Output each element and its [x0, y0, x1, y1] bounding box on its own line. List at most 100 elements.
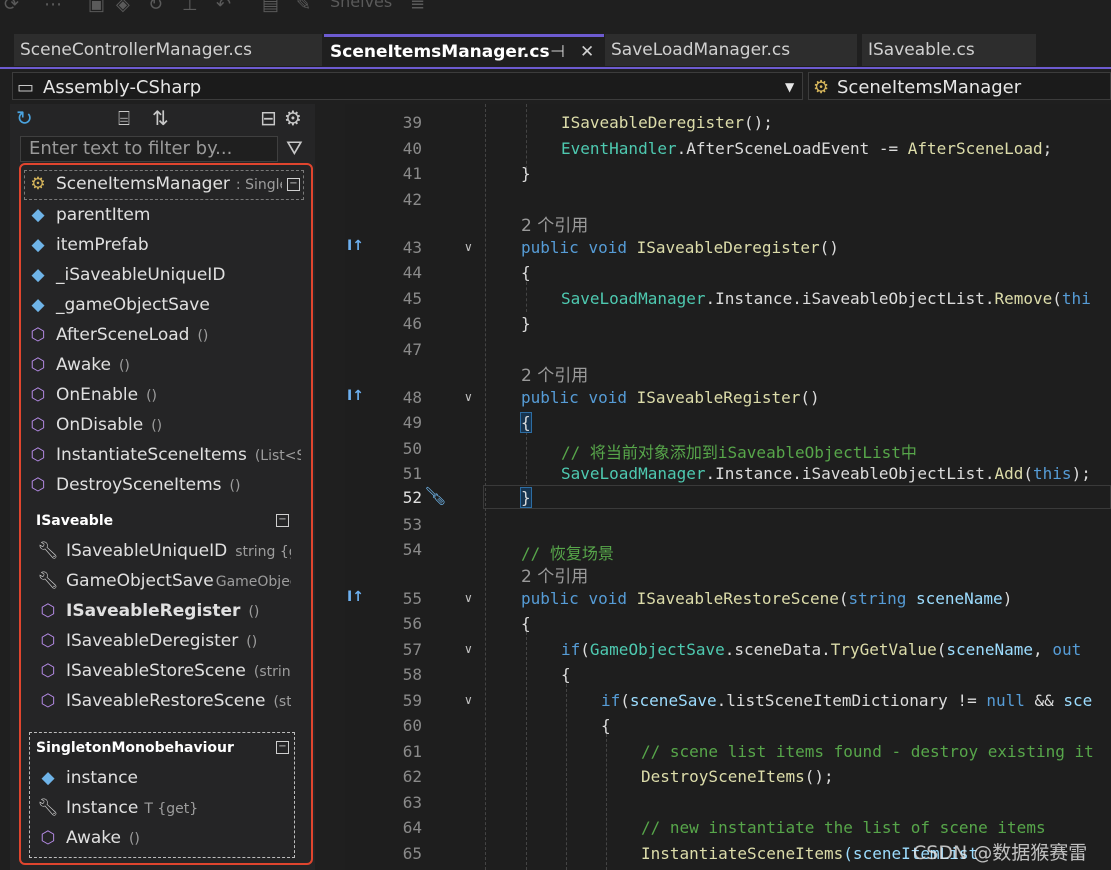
indent-guide	[526, 432, 527, 484]
line-number: 54	[402, 540, 422, 559]
debug-icon[interactable]: ⟳	[4, 0, 19, 15]
member-gameobjectsave-field[interactable]: ◆ _gameObjectSave	[26, 291, 301, 319]
member-itemprefab[interactable]: ◆ itemPrefab	[26, 231, 301, 259]
implements-interface-icon[interactable]: I↑	[347, 589, 364, 605]
method-icon: ⬡	[40, 828, 56, 848]
field-icon: ◆	[31, 205, 45, 225]
member-isaveableuniqueid[interactable]: 🔧︎ ISaveableUniqueID string {get	[36, 537, 291, 565]
class-dropdown[interactable]: ⚙ SceneItemsManager	[808, 72, 1111, 100]
group-icon[interactable]: ⌸	[118, 106, 130, 130]
indent-guide	[485, 104, 486, 870]
member-label: InstantiateSceneItems	[56, 445, 247, 465]
member-singleton-awake[interactable]: ⬡ Awake ()	[36, 824, 291, 852]
member-instance-property[interactable]: 🔧︎ Instance T {get}	[36, 794, 291, 822]
member-parentitem[interactable]: ◆ parentItem	[26, 201, 301, 229]
member-label: OnDisable	[56, 415, 144, 435]
fold-chevron-icon[interactable]: ∨	[464, 591, 473, 605]
refresh-icon[interactable]: ↻	[148, 0, 163, 15]
fold-chevron-icon[interactable]: ∨	[464, 390, 473, 404]
brush-icon[interactable]: ✎	[296, 0, 311, 15]
member-signature: ()	[118, 358, 130, 374]
line-number: 62	[402, 767, 422, 786]
filter-input[interactable]: Enter text to filter by...	[20, 136, 278, 162]
sort-icon[interactable]: ⇅	[152, 106, 169, 130]
refresh-icon[interactable]: ↻	[16, 106, 33, 130]
member-onenable[interactable]: ⬡ OnEnable ()	[26, 381, 301, 409]
collapse-icon[interactable]: −	[276, 741, 289, 754]
member-signature: T {get}	[144, 801, 199, 817]
indent-guide	[526, 282, 527, 312]
member-aftersceneload[interactable]: ⬡ AfterSceneLoad ()	[26, 321, 301, 349]
collapse-all-icon[interactable]: ⊟	[260, 106, 277, 130]
code-line-59: if(sceneSave.listSceneItemDictionary != …	[601, 691, 1093, 710]
method-icon: ⬡	[30, 445, 46, 465]
shield-icon[interactable]: ◈	[116, 0, 130, 15]
member-signature: GameObjectS	[215, 574, 291, 590]
collapse-icon[interactable]: −	[287, 178, 300, 191]
member-instantiatesceneitems[interactable]: ⬡ InstantiateSceneItems (List<Scer	[26, 441, 301, 469]
field-icon: ◆	[31, 265, 45, 285]
member-isaveableuniqueid-field[interactable]: ◆ _iSaveableUniqueID	[26, 261, 301, 289]
line-number: 44	[402, 263, 422, 282]
step-icon[interactable]: ⊥	[182, 0, 198, 15]
tab-scenecontrollermanager[interactable]: SceneControllerManager.cs	[14, 34, 322, 66]
member-gameobjectsave[interactable]: 🔧︎ GameObjectSaveGameObjectS	[36, 567, 291, 595]
member-label: _iSaveableUniqueID	[56, 265, 226, 285]
line-number: 51	[402, 464, 422, 483]
fold-chevron-icon[interactable]: ∨	[464, 240, 473, 254]
member-ondisable[interactable]: ⬡ OnDisable ()	[26, 411, 301, 439]
implements-interface-icon[interactable]: I↑	[347, 238, 364, 254]
filter-icon[interactable]: ⛛	[286, 136, 303, 160]
member-isaveablestorescene[interactable]: ⬡ ISaveableStoreScene (string)	[36, 657, 291, 685]
member-isaveablederegister[interactable]: ⬡ ISaveableDeregister ()	[36, 627, 291, 655]
quick-action-screwdriver-icon[interactable]: 🪛︎	[424, 486, 447, 507]
method-icon: ⬡	[30, 415, 46, 435]
field-icon: ◆	[31, 295, 45, 315]
gear-icon[interactable]: ⚙	[284, 106, 302, 130]
member-awake[interactable]: ⬡ Awake ()	[26, 351, 301, 379]
member-isaveablerestorescene[interactable]: ⬡ ISaveableRestoreScene (string	[36, 687, 291, 715]
code-line-48: public void ISaveableRegister()	[521, 388, 820, 407]
undo-icon[interactable]: ↶	[216, 0, 231, 15]
code-line-60: {	[601, 716, 611, 735]
collapse-icon[interactable]: −	[276, 514, 289, 527]
reference-count-hint[interactable]: 2 个引用	[521, 211, 588, 236]
class-header[interactable]: ⚙ SceneItemsManager: Singleto	[26, 170, 282, 198]
indent-guide	[606, 734, 607, 870]
line-number: 47	[402, 340, 422, 359]
overflow-icon[interactable]: ≡	[410, 0, 425, 15]
fold-chevron-icon[interactable]: ∨	[464, 693, 473, 707]
reference-count-hint[interactable]: 2 个引用	[521, 562, 588, 587]
implements-interface-icon[interactable]: I↑	[347, 388, 364, 404]
member-label: Awake	[56, 355, 111, 375]
dots-icon[interactable]: ⋯	[44, 0, 62, 15]
reference-count-hint[interactable]: 2 个引用	[521, 361, 588, 386]
project-dropdown[interactable]: ▭ Assembly-CSharp ▼	[12, 72, 803, 100]
navigation-bar: ▭ Assembly-CSharp ▼ ⚙ SceneItemsManager	[0, 70, 1111, 102]
tab-isaveable[interactable]: ISaveable.cs	[862, 34, 1036, 66]
save-icon[interactable]: ▣	[88, 0, 105, 15]
code-line-44: {	[521, 263, 531, 282]
code-line-56: {	[521, 614, 531, 633]
shelves-button[interactable]: Shelves	[330, 0, 392, 11]
tab-saveloadmanager[interactable]: SaveLoadManager.cs	[605, 34, 857, 66]
code-line-40: EventHandler.AfterSceneLoadEvent -= Afte…	[561, 139, 1053, 158]
member-label: ISaveableDeregister	[66, 631, 239, 651]
code-line-55: public void ISaveableRestoreScene(string…	[521, 589, 1013, 608]
close-icon[interactable]: ✕	[580, 37, 594, 67]
member-isaveableregister[interactable]: ⬡ ISaveableRegister ()	[36, 597, 291, 625]
pin-icon[interactable]: ⊣	[550, 37, 565, 67]
tab-sceneitemsmanager[interactable]: SceneItemsManager.cs ⊣ ✕	[324, 34, 604, 68]
field-icon: ◆	[31, 235, 45, 255]
line-number: 57	[402, 640, 422, 659]
member-instance-field[interactable]: ◆ instance	[36, 764, 291, 792]
code-line-62: DestroySceneItems();	[641, 767, 834, 786]
line-number: 58	[402, 665, 422, 684]
layout-icon[interactable]: ▤	[262, 0, 279, 15]
fold-chevron-icon[interactable]: ∨	[464, 642, 473, 656]
line-number: 64	[402, 818, 422, 837]
method-icon: ⬡	[30, 475, 46, 495]
line-number: 65	[402, 844, 422, 863]
member-destroysceneitems[interactable]: ⬡ DestroySceneItems ()	[26, 471, 301, 499]
field-icon: ◆	[41, 768, 55, 788]
